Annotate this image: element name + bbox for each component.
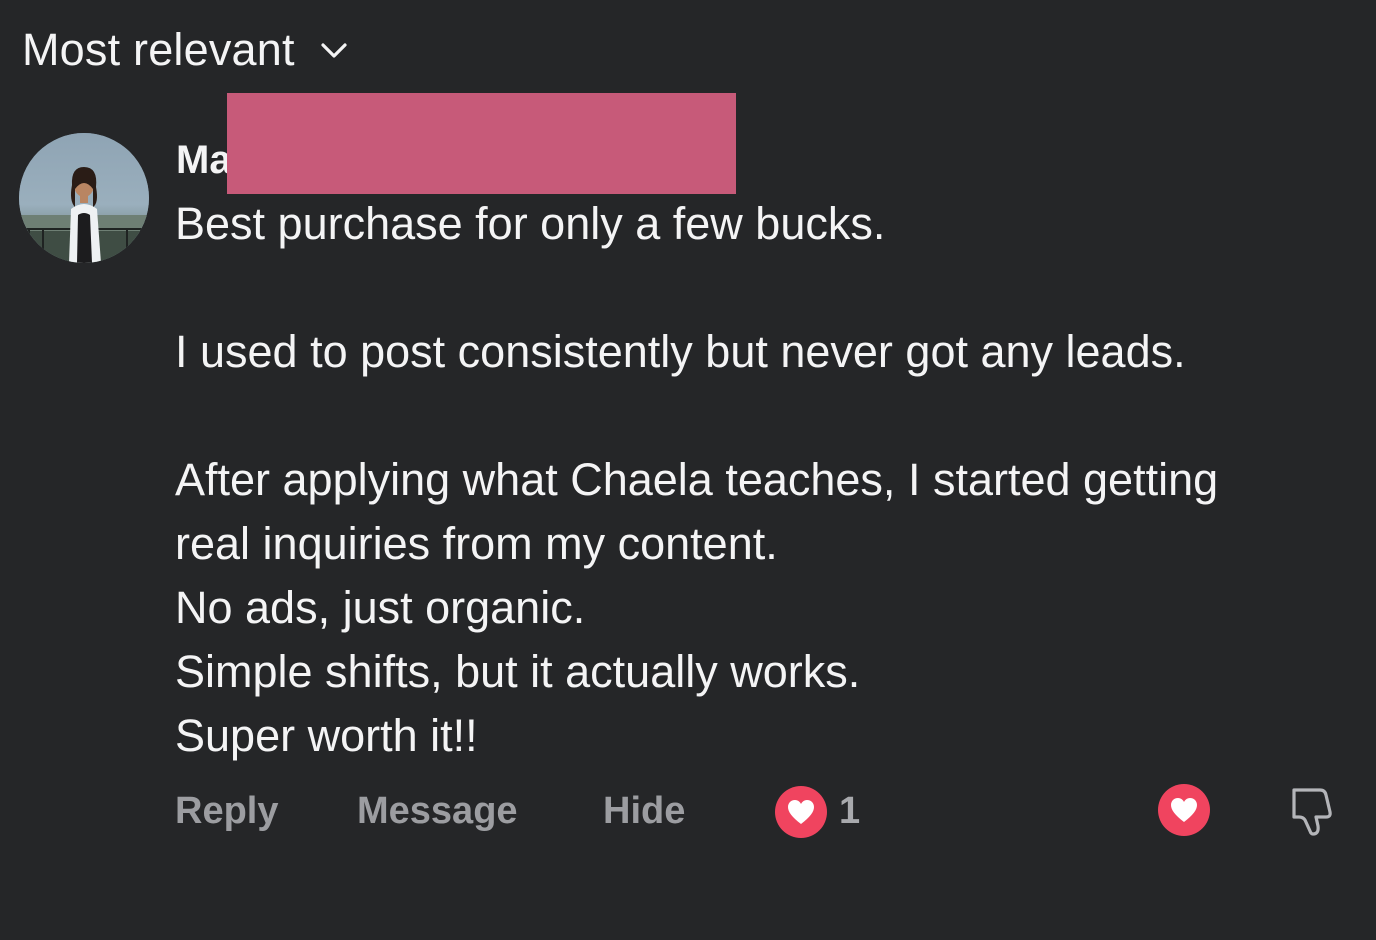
- heart-icon: [788, 800, 814, 824]
- comment-line: Best purchase for only a few bucks.: [175, 198, 886, 249]
- avatar[interactable]: [19, 133, 149, 263]
- hide-button[interactable]: Hide: [603, 790, 685, 833]
- heart-icon: [1171, 798, 1197, 822]
- reaction-count[interactable]: 1: [839, 790, 860, 833]
- message-button[interactable]: Message: [357, 790, 518, 833]
- comment-line: Super worth it!!: [175, 710, 478, 761]
- comments-screen: Most relevant Ma Best purchase for only …: [0, 0, 1376, 940]
- redaction-overlay: [227, 93, 736, 194]
- love-react-button[interactable]: [1158, 784, 1210, 836]
- comment-actions: Reply Message Hide 1: [0, 780, 1376, 844]
- avatar-photo: [19, 133, 149, 263]
- sort-label: Most relevant: [22, 24, 295, 75]
- comment-text: Best purchase for only a few bucks. I us…: [175, 192, 1355, 768]
- comment-line: real inquiries from my content.: [175, 518, 778, 569]
- thumbs-down-icon[interactable]: [1286, 784, 1336, 838]
- comment-line: No ads, just organic.: [175, 582, 586, 633]
- comment-line: After applying what Chaela teaches, I st…: [175, 454, 1219, 505]
- reaction-heart-icon: [775, 786, 827, 838]
- comment-author-name[interactable]: Ma: [176, 138, 232, 183]
- chevron-down-icon: [321, 43, 347, 58]
- reply-button[interactable]: Reply: [175, 790, 278, 833]
- comment-line: Simple shifts, but it actually works.: [175, 646, 861, 697]
- sort-dropdown[interactable]: Most relevant: [22, 24, 351, 76]
- comment-line: I used to post consistently but never go…: [175, 326, 1186, 377]
